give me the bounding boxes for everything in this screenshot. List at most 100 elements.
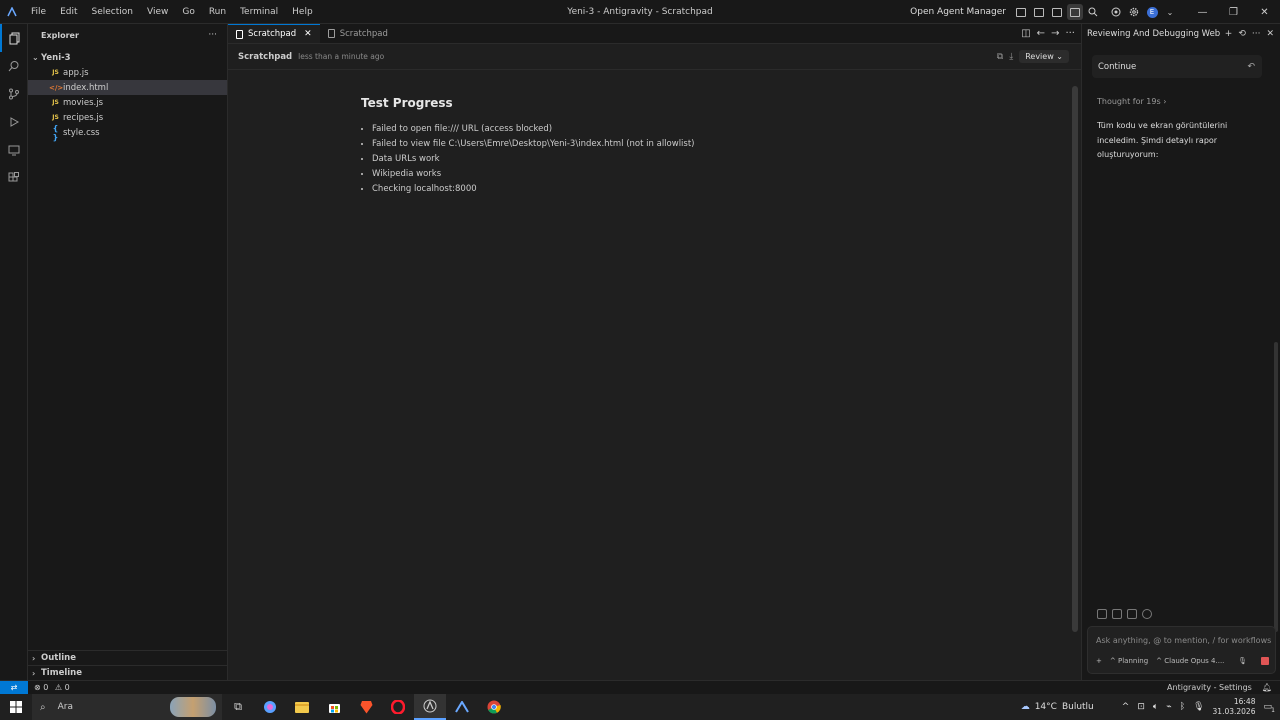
antigravity-app-icon[interactable]	[414, 694, 446, 720]
image-context-icon[interactable]	[1112, 609, 1122, 619]
chevron-down-icon[interactable]: ⌄	[1162, 4, 1178, 20]
menu-run[interactable]: Run	[202, 0, 233, 24]
more-actions-icon[interactable]: ···	[208, 30, 217, 40]
new-chat-icon[interactable]: +	[1225, 29, 1233, 39]
menu-view[interactable]: View	[140, 0, 175, 24]
chevron-up-icon: ^	[1109, 657, 1116, 665]
add-context-icon[interactable]: +	[1096, 657, 1102, 665]
microphone-icon[interactable]: 🎙	[1238, 657, 1247, 665]
copy-icon[interactable]: ⧉	[997, 52, 1003, 62]
menu-go[interactable]: Go	[175, 0, 201, 24]
source-control-icon[interactable]	[0, 80, 28, 108]
split-editor-icon[interactable]: ◫	[1021, 28, 1030, 39]
context-icons	[1097, 609, 1152, 619]
network-icon[interactable]: ⌁	[1166, 702, 1171, 712]
browser-context-icon[interactable]	[1127, 609, 1137, 619]
close-window-button[interactable]: ✕	[1249, 0, 1280, 24]
history-icon[interactable]: ⟲	[1238, 29, 1246, 39]
layout-grid-icon[interactable]	[1031, 4, 1047, 20]
arrow-right-icon[interactable]: →	[1051, 28, 1059, 39]
antigravity-logo-icon[interactable]	[446, 694, 478, 720]
file-explorer-icon[interactable]	[286, 694, 318, 720]
taskbar-search[interactable]: ⌕ Ara	[32, 694, 222, 720]
bell-icon[interactable]: 🔔︎	[1262, 683, 1272, 692]
editor-scrollbar[interactable]	[1072, 86, 1078, 632]
layout-sidebar-right-icon[interactable]	[1067, 4, 1083, 20]
weather-widget[interactable]: ☁ 14°C Bulutlu	[1021, 702, 1094, 712]
undo-icon[interactable]: ↶	[1247, 62, 1255, 72]
microsoft-store-icon[interactable]	[318, 694, 350, 720]
activity-bar	[0, 24, 28, 680]
tab-scratchpad-active[interactable]: Scratchpad ✕	[228, 24, 320, 43]
arrow-left-icon[interactable]: ←	[1037, 28, 1045, 39]
chevron-right-icon: ›	[1163, 97, 1167, 106]
menu-edit[interactable]: Edit	[53, 0, 84, 24]
volume-icon[interactable]: 🔈︎	[1153, 702, 1158, 712]
search-icon[interactable]	[1085, 4, 1101, 20]
run-debug-icon[interactable]	[0, 108, 28, 136]
extensions-icon[interactable]	[1108, 4, 1124, 20]
clock[interactable]: 16:48 31.03.2026	[1213, 697, 1256, 717]
menu-file[interactable]: File	[24, 0, 53, 24]
tab-scratchpad[interactable]: Scratchpad	[320, 24, 396, 43]
task-view-icon[interactable]: ⧉	[222, 694, 254, 720]
search-highlight-image	[170, 697, 216, 717]
file-index-html[interactable]: </> index.html	[28, 80, 227, 95]
more-actions-icon[interactable]: ···	[1252, 29, 1261, 39]
chat-input[interactable]: Ask anything, @ to mention, / for workfl…	[1096, 636, 1271, 645]
gear-icon[interactable]	[1126, 4, 1142, 20]
extensions-icon[interactable]	[0, 164, 28, 192]
outline-section[interactable]: › Outline	[28, 650, 227, 665]
thought-toggle[interactable]: Thought for 19s ›	[1097, 97, 1166, 106]
open-agent-manager-button[interactable]: Open Agent Manager	[910, 7, 1006, 17]
menu-selection[interactable]: Selection	[85, 0, 140, 24]
document-timestamp: less than a minute ago	[298, 52, 385, 61]
model-selector[interactable]: ^ Claude Opus 4....	[1156, 657, 1224, 665]
timeline-section[interactable]: › Timeline	[28, 665, 227, 680]
menu-help[interactable]: Help	[285, 0, 320, 24]
layout-panel-icon[interactable]	[1049, 4, 1065, 20]
copilot-icon[interactable]	[254, 694, 286, 720]
remote-indicator-icon[interactable]: ⇄	[0, 680, 28, 695]
file-movies-js[interactable]: JS movies.js	[28, 95, 227, 110]
menu-terminal[interactable]: Terminal	[233, 0, 285, 24]
review-button[interactable]: Review ⌄	[1019, 50, 1069, 63]
chat-input-box[interactable]: Ask anything, @ to mention, / for workfl…	[1087, 626, 1276, 674]
bluetooth-icon[interactable]: ᛒ	[1180, 702, 1185, 712]
folder-yeni-3[interactable]: ⌄ Yeni-3	[28, 50, 227, 65]
layout-sidebar-left-icon[interactable]	[1013, 4, 1029, 20]
agent-context-icon[interactable]	[1142, 609, 1152, 619]
opera-browser-icon[interactable]	[382, 694, 414, 720]
panel-scrollbar[interactable]	[1274, 342, 1278, 632]
minimize-button[interactable]: —	[1187, 0, 1218, 24]
html-file-icon: </>	[49, 83, 64, 92]
remote-explorer-icon[interactable]	[0, 136, 28, 164]
error-icon: ⊗	[34, 683, 41, 692]
search-icon[interactable]	[0, 52, 28, 80]
stop-icon[interactable]	[1261, 657, 1269, 665]
agent-conversation-title: Reviewing And Debugging Web	[1087, 28, 1221, 39]
windows-start-icon[interactable]	[0, 694, 32, 720]
close-panel-icon[interactable]: ✕	[1266, 29, 1274, 39]
document-icon	[236, 29, 243, 39]
close-tab-icon[interactable]: ✕	[304, 29, 312, 39]
mode-selector[interactable]: ^ Planning	[1110, 657, 1148, 665]
account-avatar[interactable]: E	[1144, 4, 1160, 20]
camera-icon[interactable]: ⊡	[1137, 702, 1145, 712]
notifications-icon[interactable]: ▭ 1	[1263, 702, 1275, 714]
problems-indicator[interactable]: ⊗ 0 ⚠ 0	[34, 683, 70, 692]
explorer-files-icon[interactable]	[0, 24, 28, 52]
file-style-css[interactable]: { } style.css	[28, 124, 227, 142]
more-actions-icon[interactable]: ···	[1065, 28, 1075, 39]
file-context-icon[interactable]	[1097, 609, 1107, 619]
continue-button[interactable]: Continue ↶	[1092, 55, 1262, 78]
file-app-js[interactable]: JS app.js	[28, 65, 227, 80]
chrome-browser-icon[interactable]	[478, 694, 510, 720]
brave-browser-icon[interactable]	[350, 694, 382, 720]
windows-taskbar: ⌕ Ara ⧉ ☁ 14°C Bulutlu ^ ⊡ 🔈︎ ⌁ ᛒ 🎙︎ 16:…	[0, 694, 1280, 720]
microphone-icon[interactable]: 🎙︎	[1193, 702, 1204, 712]
restore-button[interactable]: ❐	[1218, 0, 1249, 24]
download-icon[interactable]: ⤓	[1009, 52, 1013, 62]
chevron-up-icon[interactable]: ^	[1122, 702, 1130, 712]
antigravity-settings-button[interactable]: Antigravity - Settings	[1167, 683, 1252, 692]
